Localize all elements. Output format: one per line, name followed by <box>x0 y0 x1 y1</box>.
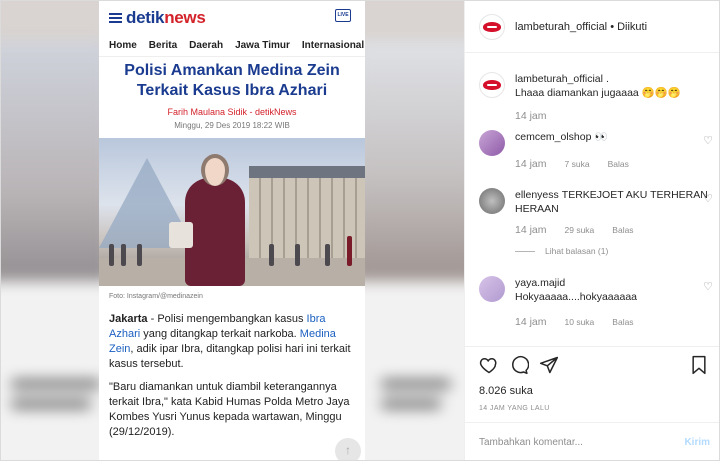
comment-username[interactable]: ellenyess <box>515 189 559 201</box>
article-body: Jakarta - Polisi mengembangkan kasus Ibr… <box>99 312 365 440</box>
comment-item: cemcem_olshop 👀 14 jam 7 suka Balas ♡ <box>479 130 715 170</box>
post-comment-button[interactable]: Kirim <box>684 437 710 448</box>
nav-item: Jawa Timur <box>235 40 290 51</box>
add-comment-bar: Kirim <box>465 422 719 460</box>
bookmark-icon[interactable] <box>690 355 708 375</box>
comment-likes[interactable]: 29 suka <box>565 225 595 235</box>
view-replies-button[interactable]: Lihat balasan (1) <box>515 246 715 256</box>
article-photo <box>99 138 365 286</box>
nav-item: Home <box>109 40 137 51</box>
instagram-post-window: detiknews LIVE Home Berita Daerah Jawa T… <box>0 0 720 461</box>
heart-icon[interactable] <box>479 355 499 375</box>
avatar[interactable] <box>479 72 505 98</box>
article-date: Minggu, 29 Des 2019 18:22 WIB <box>174 121 290 130</box>
comment-text: Hokyaaaaa....hokyaaaaaa <box>515 291 638 303</box>
reply-button[interactable]: Balas <box>608 159 629 169</box>
article-paragraph: Jakarta - Polisi mengembangkan kasus Ibr… <box>109 313 351 370</box>
comment-username[interactable]: lambeturah_official <box>515 73 603 85</box>
comment-time[interactable]: 14 jam <box>515 158 547 170</box>
speech-bubble-icon[interactable] <box>509 355 529 375</box>
comments-list[interactable]: lambeturah_official. Lhaaa diamankan juga… <box>465 54 719 346</box>
comment-heart-icon[interactable]: ♡ <box>703 280 713 293</box>
comment-heart-icon[interactable]: ♡ <box>703 192 713 205</box>
reply-button[interactable]: Balas <box>612 317 633 327</box>
follow-status: • Diikuti <box>607 20 648 33</box>
comment-likes[interactable]: 10 suka <box>565 317 595 327</box>
comment-item: yaya.majid Hokyaaaaa....hokyaaaaaa 14 jam… <box>479 276 715 328</box>
scroll-top-icon: ↑ <box>335 438 361 460</box>
news-article-screenshot: detiknews LIVE Home Berita Daerah Jawa T… <box>99 1 365 460</box>
article-nav: Home Berita Daerah Jawa Timur Internasio… <box>99 35 365 57</box>
comment-input[interactable] <box>479 437 685 448</box>
article-paragraph: "Baru diamankan untuk diambil keterangan… <box>109 381 350 438</box>
menu-icon <box>109 11 122 25</box>
avatar[interactable] <box>479 188 505 214</box>
article-topbar: detiknews LIVE <box>99 1 365 35</box>
comment-text: Lhaaa diamankan jugaaaa 🤭🤭🤭 <box>515 87 681 99</box>
comment-time[interactable]: 14 jam <box>515 110 547 122</box>
comment-text: . <box>605 73 609 85</box>
caption-comment: lambeturah_official. Lhaaa diamankan juga… <box>479 72 715 122</box>
reply-button[interactable]: Balas <box>612 225 633 235</box>
comment-item: ellenyess TERKEJOET AKU TERHERAN HERAAN 1… <box>479 188 715 256</box>
post-header: lambeturah_official • Diikuti <box>465 1 719 53</box>
avatar[interactable] <box>479 13 505 40</box>
comment-likes[interactable]: 7 suka <box>565 159 590 169</box>
article-author: Farih Maulana Sidik - detikNews <box>167 107 297 117</box>
live-tv-icon: LIVE <box>335 9 351 22</box>
nav-item: Berita <box>148 40 178 51</box>
post-timestamp: 14 JAM YANG LALU <box>479 405 550 412</box>
avatar[interactable] <box>479 276 505 302</box>
comment-username[interactable]: cemcem_olshop <box>515 131 591 143</box>
post-side-panel: lambeturah_official • Diikuti lambeturah… <box>464 1 719 460</box>
nav-item: Internasional <box>301 40 365 51</box>
comment-text: 👀 <box>594 131 608 143</box>
comment-time[interactable]: 14 jam <box>515 316 547 328</box>
username-link[interactable]: lambeturah_official <box>515 21 607 33</box>
paper-plane-icon[interactable] <box>539 355 559 375</box>
post-author: lambeturah_official • Diikuti <box>515 21 647 33</box>
post-image[interactable]: detiknews LIVE Home Berita Daerah Jawa T… <box>1 1 464 460</box>
article-headline: Polisi Amankan Medina Zein Terkait Kasus… <box>124 62 340 99</box>
comment-time[interactable]: 14 jam <box>515 224 547 236</box>
comment-username[interactable]: yaya.majid <box>515 277 565 289</box>
comment-heart-icon[interactable]: ♡ <box>703 134 713 147</box>
post-actions: 8.026 suka 14 JAM YANG LALU <box>465 346 719 422</box>
detik-logo: detiknews <box>126 8 206 27</box>
avatar[interactable] <box>479 130 505 156</box>
photo-caption: Foto: Instagram/@medinazein <box>109 293 203 300</box>
nav-item: Daerah <box>189 40 224 51</box>
like-count[interactable]: 8.026 suka <box>479 385 708 397</box>
